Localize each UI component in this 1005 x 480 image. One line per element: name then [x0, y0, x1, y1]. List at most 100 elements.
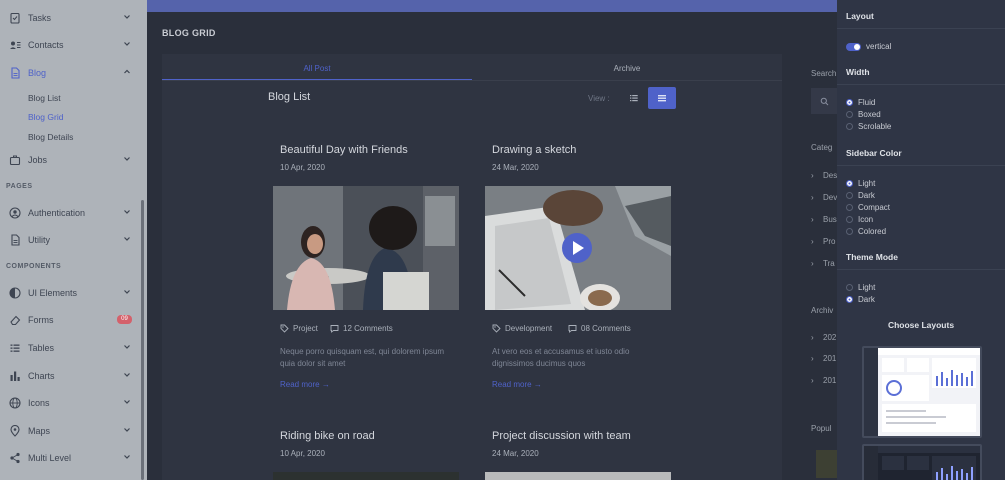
sidebar-item-maps[interactable]: Maps	[0, 419, 147, 443]
toggle-switch[interactable]	[846, 42, 861, 51]
post-title[interactable]: Riding bike on road	[280, 430, 375, 442]
category-item[interactable]: Pro	[823, 237, 835, 246]
grid-icon	[658, 95, 666, 102]
category-item[interactable]: Des	[823, 171, 837, 180]
radio[interactable]	[846, 111, 853, 118]
search-icon	[820, 97, 829, 106]
sidebar-color-option-compact[interactable]: Compact	[846, 203, 890, 212]
globe-icon	[9, 397, 21, 409]
divider	[837, 28, 1005, 29]
archive-item[interactable]: 201	[823, 354, 836, 363]
theme-mode-option-dark[interactable]: Dark	[846, 295, 875, 304]
archive-item[interactable]: 202	[823, 333, 836, 342]
post-category[interactable]: Development	[492, 324, 552, 333]
radio-selected[interactable]	[846, 180, 853, 187]
tab-archive[interactable]: Archive	[472, 64, 782, 80]
top-header-bar	[147, 0, 837, 12]
radio[interactable]	[846, 192, 853, 199]
contrast-icon	[9, 287, 21, 299]
sidebar-color-option-light[interactable]: Light	[846, 179, 875, 188]
category-item[interactable]: Dev	[823, 193, 837, 202]
radio-label: Light	[858, 179, 876, 188]
post-comments-label: 08 Comments	[581, 324, 631, 333]
sidebar-subitem-blog-grid[interactable]: Blog Grid	[28, 112, 63, 122]
popular-title: Popul	[811, 424, 832, 433]
arrow-right-icon: →	[533, 380, 542, 389]
sidebar-item-utility[interactable]: Utility	[0, 228, 147, 252]
post-excerpt: Neque porro quisquam est, qui dolorem ip…	[280, 347, 445, 368]
sidebar-color-option-icon[interactable]: Icon	[846, 215, 873, 224]
sidebar-subitem-blog-details[interactable]: Blog Details	[28, 132, 73, 142]
popular-post-thumbnail[interactable]	[816, 450, 838, 478]
sidebar-color-option-dark[interactable]: Dark	[846, 191, 875, 200]
width-option-boxed[interactable]: Boxed	[846, 110, 881, 119]
sidebar-item-charts[interactable]: Charts	[0, 364, 147, 388]
layout-thumbnail-dark[interactable]	[862, 444, 982, 480]
sidebar-subitem-blog-list[interactable]: Blog List	[28, 93, 61, 103]
sidebar-item-icons[interactable]: Icons	[0, 391, 147, 415]
sidebar-item-contacts[interactable]: Contacts	[0, 33, 147, 57]
radio-selected[interactable]	[846, 296, 853, 303]
post-title[interactable]: Drawing a sketch	[492, 144, 576, 156]
sidebar-item-tables[interactable]: Tables	[0, 336, 147, 360]
list-view-button[interactable]	[622, 87, 646, 109]
chevron-down-icon	[124, 373, 130, 377]
forms-count-badge: 09	[117, 315, 132, 324]
theme-mode-option-light[interactable]: Light	[846, 283, 875, 292]
map-pin-icon	[10, 425, 20, 437]
radio-label: Compact	[858, 203, 891, 212]
sidebar-color-option-colored[interactable]: Colored	[846, 227, 886, 236]
sidebar-item-tasks[interactable]: Tasks	[0, 6, 147, 30]
radio-label: Fluid	[858, 98, 876, 107]
post-comments[interactable]: 12 Comments	[330, 324, 393, 333]
post-title[interactable]: Beautiful Day with Friends	[280, 144, 408, 156]
sidebar-item-label: Forms	[28, 315, 54, 325]
post-comments[interactable]: 08 Comments	[568, 324, 631, 333]
post-title[interactable]: Project discussion with team	[492, 430, 631, 442]
category-item[interactable]: Tra	[823, 259, 835, 268]
sidebar-item-ui-elements[interactable]: UI Elements	[0, 281, 147, 305]
settings-panel: Layout vertical Width Fluid Boxed Scrola…	[837, 0, 1005, 480]
sidebar-scrollbar[interactable]	[141, 200, 144, 480]
layout-thumbnail-light[interactable]	[862, 346, 982, 438]
sidebar-item-forms[interactable]: Forms 09	[0, 308, 147, 332]
post-image[interactable]	[273, 472, 459, 480]
arrow-right-icon: →	[321, 380, 330, 389]
read-more-link[interactable]: Read more →	[492, 380, 542, 389]
radio-selected[interactable]	[846, 99, 853, 106]
sidebar-item-label: Charts	[28, 371, 55, 381]
main-content: BLOG GRID All Post Archive Blog List Vie…	[147, 12, 837, 480]
post-image[interactable]	[485, 472, 671, 480]
radio[interactable]	[846, 216, 853, 223]
post-date: 10 Apr, 2020	[280, 449, 325, 458]
post-category[interactable]: Project	[280, 324, 318, 333]
post-image[interactable]	[273, 186, 459, 310]
post-date: 10 Apr, 2020	[280, 163, 325, 172]
sidebar-item-label: Tables	[28, 343, 55, 353]
radio[interactable]	[846, 123, 853, 130]
sidebar-item-authentication[interactable]: Authentication	[0, 201, 147, 225]
read-more-link[interactable]: Read more →	[280, 380, 330, 389]
grid-view-button[interactable]	[648, 87, 676, 109]
chevron-down-icon	[124, 455, 130, 459]
sidebar-item-label: UI Elements	[28, 288, 78, 298]
radio[interactable]	[846, 228, 853, 235]
contacts-icon	[10, 41, 21, 49]
tab-all-post[interactable]: All Post	[162, 64, 472, 80]
chevron-down-icon	[124, 290, 130, 294]
category-item[interactable]: Bus	[823, 215, 837, 224]
sidebar-item-jobs[interactable]: Jobs	[0, 148, 147, 172]
width-option-scrolable[interactable]: Scrolable	[846, 122, 891, 131]
post-image[interactable]	[485, 186, 671, 310]
sidebar-item-label: Authentication	[28, 208, 86, 218]
radio[interactable]	[846, 204, 853, 211]
layout-toggle[interactable]: vertical	[846, 42, 891, 51]
sidebar-item-multi-level[interactable]: Multi Level	[0, 446, 147, 470]
chevron-down-icon	[124, 157, 130, 161]
chevron-right-icon: ›	[811, 193, 814, 202]
width-option-fluid[interactable]: Fluid	[846, 98, 875, 107]
radio-label: Colored	[858, 227, 887, 236]
sidebar-item-blog[interactable]: Blog	[0, 61, 147, 85]
archive-item[interactable]: 201	[823, 376, 836, 385]
radio[interactable]	[846, 284, 853, 291]
